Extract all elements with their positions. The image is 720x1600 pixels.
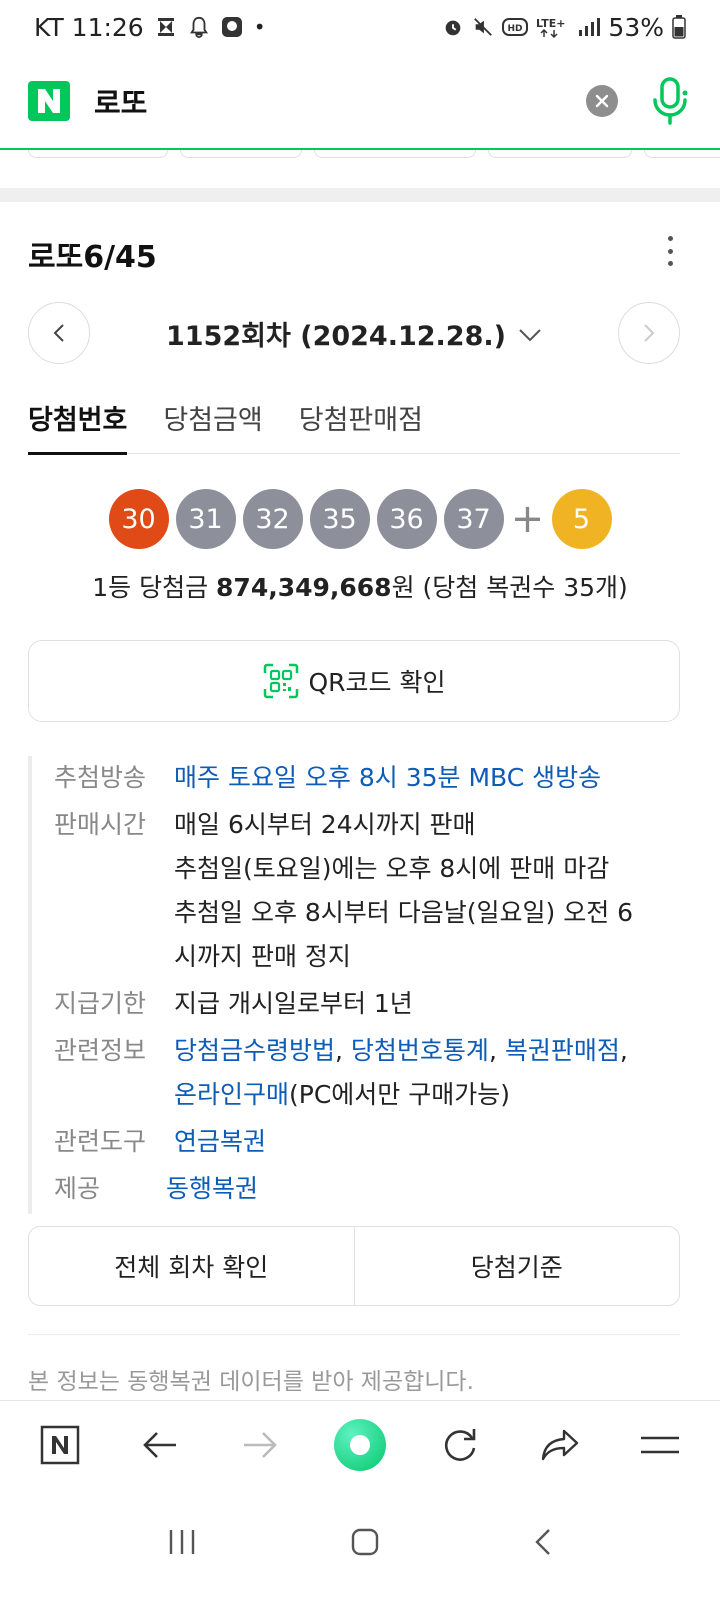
menu-icon[interactable]	[628, 1413, 692, 1477]
number-ball: 30	[108, 489, 169, 549]
tab-winning-numbers[interactable]: 당첨번호	[28, 380, 128, 455]
lotto-tabs: 당첨번호 당첨금액 당첨판매점	[28, 380, 680, 455]
info-row-payout: 지급기한 지급 개시일로부터 1년	[54, 982, 680, 1026]
dot-icon: •	[253, 15, 266, 39]
system-back-icon[interactable]	[533, 1527, 553, 1561]
browser-toolbar	[0, 1400, 720, 1488]
section-divider	[0, 188, 720, 202]
battery-icon	[672, 15, 686, 39]
home-icon[interactable]	[350, 1527, 380, 1561]
app-icon	[220, 15, 244, 39]
svg-text:LTE+: LTE+	[536, 17, 565, 30]
number-ball: 36	[376, 489, 437, 549]
signal-icon	[578, 16, 601, 38]
close-icon	[595, 94, 609, 108]
number-ball: 32	[242, 489, 303, 549]
sales-line: 시까지 판매 정지	[174, 942, 351, 971]
next-round-button[interactable]	[618, 302, 680, 364]
online-purchase-link[interactable]: 온라인구매	[174, 1080, 289, 1109]
winning-numbers: 30 31 32 35 36 37 + 5	[0, 488, 720, 550]
info-label: 관련정보	[54, 1036, 147, 1065]
green-dot-icon[interactable]	[328, 1413, 392, 1477]
winning-criteria-button[interactable]: 당첨기준	[355, 1227, 680, 1305]
search-header: 로또	[0, 54, 720, 150]
lotto-title: 로또6/45	[28, 240, 157, 275]
previous-round-button[interactable]	[28, 302, 90, 364]
system-navigation-bar	[0, 1488, 720, 1600]
number-stats-link[interactable]: 당첨번호통계	[351, 1036, 489, 1065]
broadcast-link[interactable]: 매주 토요일 오후 8시 35분 MBC 생방송	[174, 756, 601, 800]
tab-prize-amount[interactable]: 당첨금액	[163, 380, 262, 454]
round-navigator: 1152회차 (2024.12.28.)	[28, 302, 680, 364]
payout-period: 지급 개시일로부터 1년	[174, 989, 413, 1018]
recent-apps-icon[interactable]	[167, 1528, 197, 1560]
qr-check-label: QR코드 확인	[308, 668, 446, 697]
microphone-icon	[653, 77, 688, 125]
info-row-related: 관련정보 당첨금수령방법, 당첨번호통계, 복권판매점, 온라인구매(PC에서만 …	[54, 1029, 680, 1117]
svg-text:HD: HD	[508, 24, 523, 34]
tab-winning-stores[interactable]: 당첨판매점	[299, 380, 423, 454]
cast-icon	[154, 15, 178, 39]
sales-line: 매일 6시부터 24시까지 판매	[174, 810, 476, 839]
related-links: 당첨금수령방법, 당첨번호통계, 복권판매점, 온라인구매(PC에서만 구매가능)	[174, 1036, 628, 1109]
naver-logo[interactable]	[28, 81, 70, 121]
lotto-info: 추첨방송 매주 토요일 오후 8시 35분 MBC 생방송 판매시간 매일 6시…	[28, 756, 680, 1214]
hd-icon: HD	[502, 16, 529, 38]
prize-amount: 874,349,668	[216, 573, 392, 602]
info-row-provider: 제공 동행복권	[54, 1167, 680, 1211]
info-label: 지급기한	[54, 989, 147, 1018]
chevron-right-icon	[644, 324, 655, 342]
bonus-ball: 5	[551, 489, 612, 549]
sales-line: 추첨일(토요일)에는 오후 8시에 판매 마감	[174, 854, 610, 883]
voice-search-button[interactable]	[648, 74, 692, 128]
claim-method-link[interactable]: 당첨금수령방법	[174, 1036, 335, 1065]
footer-divider	[28, 1334, 680, 1335]
status-bar: KT 11:26 • HD LTE+ 53%	[0, 0, 720, 54]
clear-search-button[interactable]	[586, 85, 618, 117]
info-row-tools: 관련도구 연금복권	[54, 1120, 680, 1164]
info-label: 추첨방송	[54, 763, 147, 792]
filter-chip-strip[interactable]	[0, 150, 720, 160]
info-label: 관련도구	[54, 1127, 147, 1156]
bottom-button-group: 전체 회차 확인 당첨기준	[28, 1226, 680, 1306]
prize-suffix: 원 (당첨 복권수 35개)	[391, 573, 628, 602]
prize-prefix: 1등 당첨금	[92, 573, 217, 602]
share-icon[interactable]	[528, 1413, 592, 1477]
lottery-stores-link[interactable]: 복권판매점	[505, 1036, 620, 1065]
qr-check-button[interactable]: QR코드 확인	[28, 640, 680, 722]
sales-line: 추첨일 오후 8시부터 다음날(일요일) 오전 6	[174, 898, 634, 927]
all-rounds-button[interactable]: 전체 회차 확인	[29, 1227, 355, 1305]
number-ball: 35	[309, 489, 370, 549]
chevron-down-icon[interactable]	[518, 318, 542, 349]
round-selector: 1152회차 (2024.12.28.)	[28, 302, 680, 364]
provider-link[interactable]: 동행복권	[166, 1167, 258, 1211]
more-options-icon[interactable]	[656, 234, 684, 268]
alarm-icon	[442, 16, 464, 38]
number-ball: 37	[443, 489, 504, 549]
data-source-note: 본 정보는 동행복권 데이터를 받아 제공합니다.	[28, 1369, 474, 1395]
info-label: 판매시간	[54, 810, 147, 839]
plus-sign: +	[510, 496, 545, 542]
mute-icon	[472, 16, 494, 38]
naver-home-icon[interactable]	[28, 1413, 92, 1477]
number-ball: 31	[175, 489, 236, 549]
battery-percent: 53%	[608, 12, 664, 42]
lte-icon: LTE+	[536, 15, 570, 39]
qr-code-icon	[263, 663, 299, 699]
sales-hours: 매일 6시부터 24시까지 판매 추첨일(토요일)에는 오후 8시에 판매 마감…	[174, 803, 633, 979]
first-prize-info: 1등 당첨금 874,349,668원 (당첨 복권수 35개)	[0, 568, 720, 604]
online-purchase-note: (PC에서만 구매가능)	[289, 1080, 511, 1109]
bell-icon	[188, 16, 210, 38]
refresh-icon[interactable]	[428, 1413, 492, 1477]
carrier-time: KT 11:26	[34, 12, 144, 42]
back-icon[interactable]	[128, 1413, 192, 1477]
forward-icon[interactable]	[228, 1413, 292, 1477]
round-label[interactable]: 1152회차 (2024.12.28.)	[166, 314, 506, 353]
search-input[interactable]: 로또	[94, 80, 147, 122]
info-label: 제공	[54, 1174, 101, 1203]
info-row-broadcast: 추첨방송 매주 토요일 오후 8시 35분 MBC 생방송	[54, 756, 680, 800]
chevron-left-icon	[53, 324, 64, 342]
info-row-sales: 판매시간 매일 6시부터 24시까지 판매 추첨일(토요일)에는 오후 8시에 …	[54, 803, 680, 979]
pension-lottery-link[interactable]: 연금복권	[174, 1120, 266, 1164]
